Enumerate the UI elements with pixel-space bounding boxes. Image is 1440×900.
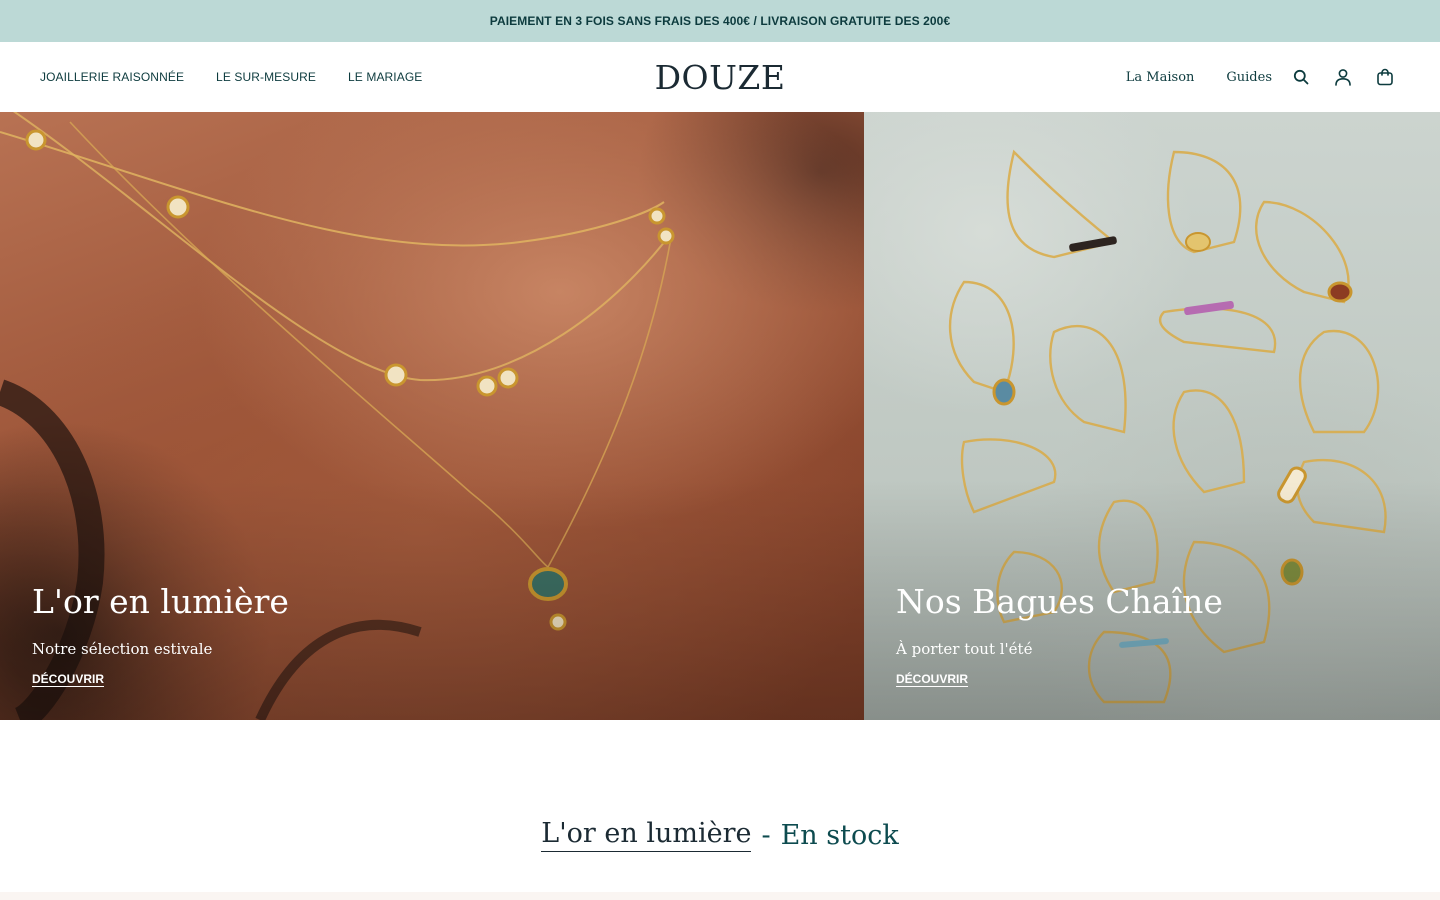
hero-card-gold[interactable]: L'or en lumière Notre sélection estivale… (0, 112, 864, 720)
hero-text: L'or en lumière Notre sélection estivale… (32, 581, 289, 688)
hero-text: Nos Bagues Chaîne À porter tout l'été DÉ… (896, 581, 1223, 688)
nav-guides[interactable]: Guides (1226, 70, 1272, 85)
hero-title: L'or en lumière (32, 581, 289, 621)
section-separator: - (761, 819, 771, 851)
announcement-bar: PAIEMENT EN 3 FOIS SANS FRAIS DES 400€ /… (0, 0, 1440, 42)
nav-sur-mesure[interactable]: LE SUR-MESURE (216, 70, 316, 84)
hero-discover-link[interactable]: DÉCOUVRIR (32, 672, 104, 686)
announcement-text: PAIEMENT EN 3 FOIS SANS FRAIS DES 400€ /… (489, 14, 951, 28)
logo[interactable]: DOUZE (655, 58, 786, 97)
secondary-nav: La Maison Guides (1126, 42, 1396, 112)
nav-joaillerie-raisonnee[interactable]: JOAILLERIE RAISONNÉE (40, 70, 184, 84)
section-title-link[interactable]: L'or en lumière (541, 818, 752, 852)
hero-card-chain-rings[interactable]: Nos Bagues Chaîne À porter tout l'été DÉ… (864, 112, 1440, 720)
section-heading: L'or en lumière - En stock (0, 812, 1440, 858)
nav-la-maison[interactable]: La Maison (1126, 70, 1195, 85)
primary-nav: JOAILLERIE RAISONNÉE LE SUR-MESURE LE MA… (40, 42, 422, 112)
hero-subtitle: À porter tout l'été (896, 640, 1033, 658)
search-icon[interactable] (1290, 66, 1312, 88)
hero-title: Nos Bagues Chaîne (896, 581, 1223, 621)
hero-subtitle: Notre sélection estivale (32, 640, 213, 658)
hero-discover-link[interactable]: DÉCOUVRIR (896, 672, 968, 686)
product-carousel-edge (0, 892, 1440, 900)
site-header: JOAILLERIE RAISONNÉE LE SUR-MESURE LE MA… (0, 42, 1440, 112)
section-tag: En stock (780, 819, 899, 851)
bag-icon[interactable] (1374, 66, 1396, 88)
nav-mariage[interactable]: LE MARIAGE (348, 70, 422, 84)
account-icon[interactable] (1332, 66, 1354, 88)
